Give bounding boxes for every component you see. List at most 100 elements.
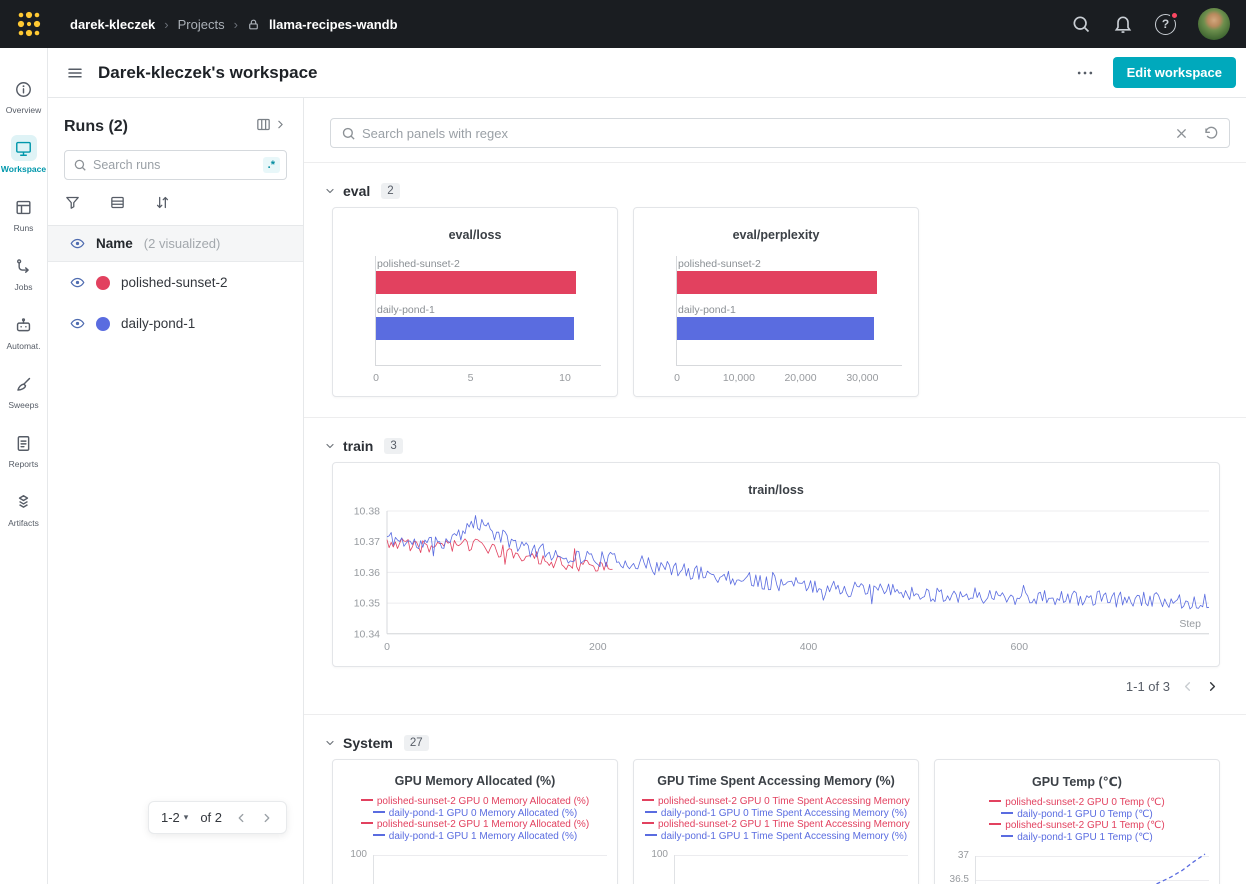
edit-workspace-button[interactable]: Edit workspace: [1113, 57, 1236, 88]
visibility-eye-icon[interactable]: [70, 275, 85, 290]
panel-gpu-time-accessing-memory[interactable]: GPU Time Spent Accessing Memory (%) poli…: [633, 759, 919, 884]
name-column-header[interactable]: Name: [96, 236, 133, 251]
search-icon: [341, 126, 356, 141]
legend-dash-icon: [642, 822, 654, 824]
section-eval-header[interactable]: eval 2: [324, 183, 1220, 199]
runs-pagination: 1-2 ▾ of 2: [148, 801, 287, 834]
panels-area: eval 2 eval/loss polished-sunset-2daily-…: [304, 98, 1246, 884]
panel-gpu-memory-allocated[interactable]: GPU Memory Allocated (%) polished-sunset…: [332, 759, 618, 884]
artifacts-stack-icon: [11, 489, 37, 515]
columns-icon[interactable]: [255, 116, 272, 138]
legend-entry: polished-sunset-2 GPU 1 Memory Allocated…: [341, 819, 609, 831]
sidebar-item-reports[interactable]: Reports: [0, 424, 48, 483]
breadcrumb-separator: ›: [164, 17, 168, 32]
panel-count-badge: 27: [404, 735, 429, 751]
prev-page-button[interactable]: [1180, 679, 1195, 694]
prev-page-button[interactable]: [234, 811, 248, 825]
line-chart: 10.3810.3710.3610.3510.340200400600Step: [333, 503, 1221, 661]
visibility-eye-icon[interactable]: [70, 316, 85, 331]
sidebar-item-workspace[interactable]: Workspace: [0, 129, 48, 188]
panel-eval-perplexity[interactable]: eval/perplexity polished-sunset-2daily-p…: [633, 207, 919, 397]
breadcrumb-separator: ›: [234, 17, 238, 32]
pagination-total: of 2: [200, 810, 222, 825]
runs-count-title: Runs (2): [64, 118, 128, 136]
navbar-actions: ?: [1071, 8, 1230, 40]
sidebar-item-runs[interactable]: Runs: [0, 188, 48, 247]
panel-gpu-temp[interactable]: GPU Temp (℃) polished-sunset-2 GPU 0 Tem…: [934, 759, 1220, 884]
bell-icon[interactable]: [1113, 14, 1133, 34]
panel-count-badge: 2: [381, 183, 399, 199]
breadcrumb-projects[interactable]: Projects: [178, 17, 225, 32]
expand-table-chevron-icon[interactable]: [274, 118, 287, 136]
legend-entry: daily-pond-1 GPU 0 Time Spent Accessing …: [642, 808, 910, 820]
wandb-logo-icon[interactable]: [16, 11, 42, 37]
sidebar-item-automations[interactable]: Automat.: [0, 306, 48, 365]
chart-title: eval/loss: [333, 228, 617, 242]
panel-count-badge: 3: [384, 438, 402, 454]
filter-funnel-icon[interactable]: [64, 194, 81, 211]
table-icon: [11, 194, 37, 220]
workspace-header: Darek-kleczek's workspace Edit workspace: [48, 48, 1246, 98]
top-navbar: darek-kleczek › Projects › llama-recipes…: [0, 0, 1246, 48]
run-name[interactable]: daily-pond-1: [121, 316, 195, 331]
avatar[interactable]: [1198, 8, 1230, 40]
legend-dash-icon: [989, 823, 1001, 825]
legend-entry: polished-sunset-2 GPU 0 Memory Allocated…: [341, 796, 609, 808]
run-name[interactable]: polished-sunset-2: [121, 275, 228, 290]
sidebar-item-artifacts[interactable]: Artifacts: [0, 483, 48, 542]
chart-legend: polished-sunset-2 GPU 0 Time Spent Acces…: [634, 796, 918, 842]
search-icon: [73, 158, 87, 172]
overflow-menu-icon[interactable]: [1075, 63, 1095, 83]
clear-search-icon[interactable]: [1174, 126, 1189, 141]
next-page-button[interactable]: [1205, 679, 1220, 694]
sidebar-item-overview[interactable]: Overview: [0, 70, 48, 129]
breadcrumb: darek-kleczek › Projects › llama-recipes…: [70, 17, 398, 32]
hamburger-menu-icon[interactable]: [66, 64, 84, 82]
breadcrumb-project[interactable]: llama-recipes-wandb: [269, 17, 398, 32]
legend-dash-icon: [645, 811, 657, 813]
visibility-eye-icon[interactable]: [70, 236, 85, 251]
legend-entry: daily-pond-1 GPU 0 Memory Allocated (%): [341, 808, 609, 820]
regex-toggle[interactable]: .*: [263, 157, 280, 173]
jobs-fork-icon: [11, 253, 37, 279]
broom-icon: [11, 371, 37, 397]
mini-plot: 3736.5: [943, 849, 1211, 884]
panel-train-loss[interactable]: train/loss 10.3810.3710.3610.3510.340200…: [332, 462, 1220, 667]
svg-text:10.35: 10.35: [354, 598, 380, 610]
page-title: Darek-kleczek's workspace: [98, 63, 318, 83]
section-system-header[interactable]: System 27: [324, 735, 1220, 751]
svg-text:10.37: 10.37: [354, 536, 380, 548]
legend-dash-icon: [989, 800, 1001, 802]
runs-table-header: Name (2 visualized): [48, 226, 303, 262]
history-undo-icon[interactable]: [1203, 125, 1219, 141]
panel-search-box: [330, 118, 1230, 148]
chevron-down-icon: [324, 440, 336, 452]
run-row-daily-pond-1[interactable]: daily-pond-1: [48, 303, 303, 344]
group-icon[interactable]: [109, 194, 126, 211]
run-color-dot: [96, 276, 110, 290]
panel-eval-loss[interactable]: eval/loss polished-sunset-2daily-pond-10…: [332, 207, 618, 397]
help-icon[interactable]: ?: [1155, 14, 1176, 35]
pagination-label: 1-1 of 3: [1126, 679, 1170, 694]
sort-icon[interactable]: [154, 194, 171, 211]
legend-dash-icon: [373, 811, 385, 813]
page-size-dropdown[interactable]: 1-2 ▾: [161, 810, 188, 825]
legend-entry: daily-pond-1 GPU 1 Time Spent Accessing …: [642, 831, 910, 843]
sidebar-item-jobs[interactable]: Jobs: [0, 247, 48, 306]
chart-title: train/loss: [333, 483, 1219, 497]
svg-text:Step: Step: [1179, 618, 1201, 630]
svg-text:200: 200: [589, 641, 607, 653]
legend-dash-icon: [361, 799, 373, 801]
search-icon[interactable]: [1071, 14, 1091, 34]
run-row-polished-sunset-2[interactable]: polished-sunset-2: [48, 262, 303, 303]
breadcrumb-user[interactable]: darek-kleczek: [70, 17, 155, 32]
legend-dash-icon: [361, 822, 373, 824]
sidebar-item-sweeps[interactable]: Sweeps: [0, 365, 48, 424]
search-panels-input[interactable]: [362, 126, 1174, 141]
next-page-button[interactable]: [260, 811, 274, 825]
section-train-header[interactable]: train 3: [324, 438, 1220, 454]
search-runs-input[interactable]: [93, 158, 263, 172]
legend-entry: polished-sunset-2 GPU 1 Temp (℃): [943, 820, 1211, 832]
chart-title: GPU Temp (℃): [935, 774, 1219, 789]
wandb-app: darek-kleczek › Projects › llama-recipes…: [0, 0, 1246, 884]
